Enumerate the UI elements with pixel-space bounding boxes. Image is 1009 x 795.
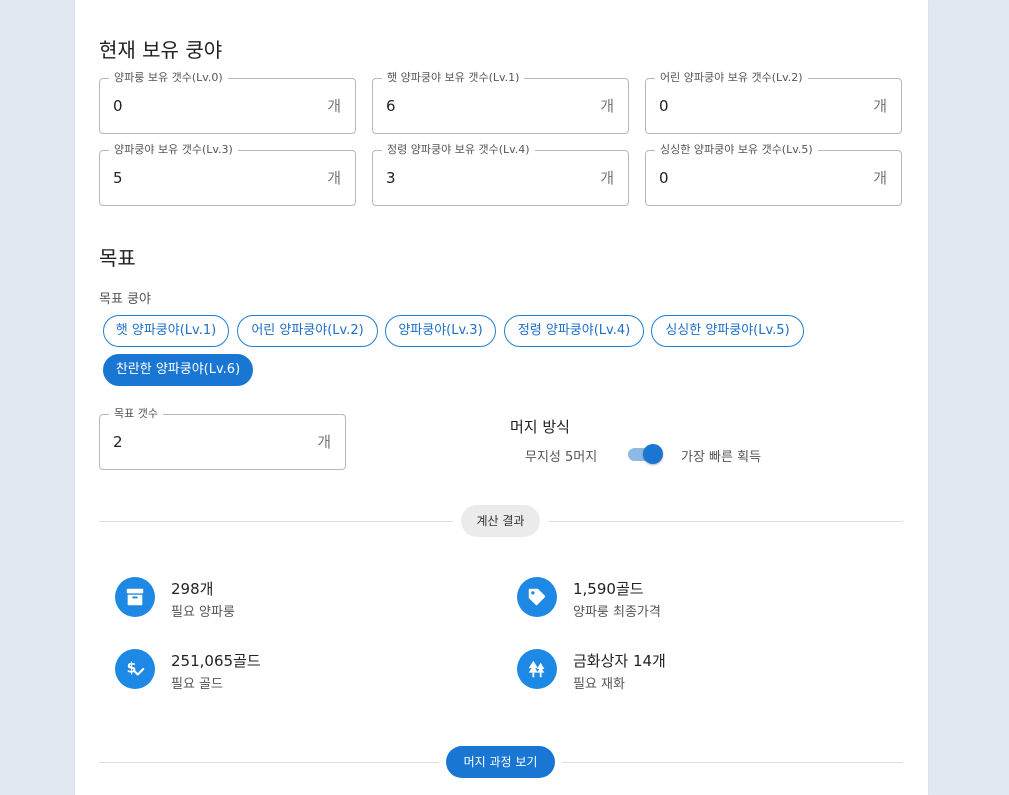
merge-left-label: 무지성 5머지 (525, 450, 598, 465)
field-label: 싱싱한 양파쿵야 보유 갯수(Lv.5) (655, 143, 818, 157)
results-divider-chip: 계산 결과 (461, 505, 540, 537)
field-label: 햇 양파쿵야 보유 갯수(Lv.1) (382, 71, 525, 85)
divider-line (99, 521, 453, 522)
field-value[interactable]: 6 (386, 79, 396, 133)
field-suffix: 개 (873, 97, 887, 115)
result-main: 금화상자 14개 (573, 652, 666, 670)
lv1-count-field[interactable]: 햇 양파쿵야 보유 갯수(Lv.1) 6 개 (372, 71, 629, 134)
field-suffix: 개 (327, 97, 341, 115)
target-kind-label: 목표 쿵야 (99, 292, 151, 307)
merge-right-label: 가장 빠른 획득 (681, 450, 762, 465)
merge-process-button[interactable]: 머지 과정 보기 (446, 746, 555, 778)
result-main: 1,590골드 (573, 580, 644, 598)
chip-lv2[interactable]: 어린 양파쿵야(Lv.2) (237, 315, 378, 347)
field-suffix: 개 (600, 169, 614, 187)
field-value[interactable]: 0 (113, 79, 123, 133)
divider-line (562, 762, 903, 763)
forest-icon (517, 649, 557, 689)
divider-line (549, 521, 903, 522)
field-suffix: 개 (600, 97, 614, 115)
field-suffix: 개 (327, 169, 341, 187)
result-sub: 양파룽 최종가격 (573, 605, 661, 620)
chip-lv5[interactable]: 싱싱한 양파쿵야(Lv.5) (651, 315, 804, 347)
field-value[interactable]: 2 (113, 415, 123, 469)
field-value[interactable]: 3 (386, 151, 396, 205)
merge-method-toggle[interactable] (626, 443, 664, 465)
lv0-count-field[interactable]: 양파룽 보유 갯수(Lv.0) 0 개 (99, 71, 356, 134)
field-suffix: 개 (317, 433, 331, 451)
target-count-field[interactable]: 목표 갯수 2 개 (99, 407, 346, 470)
chip-lv1[interactable]: 햇 양파쿵야(Lv.1) (103, 315, 229, 347)
archive-box-icon (115, 577, 155, 617)
result-main: 298개 (171, 580, 214, 598)
lv5-count-field[interactable]: 싱싱한 양파쿵야 보유 갯수(Lv.5) 0 개 (645, 143, 902, 206)
field-value[interactable]: 5 (113, 151, 123, 205)
field-suffix: 개 (873, 169, 887, 187)
divider-line (99, 762, 439, 763)
result-sub: 필요 재화 (573, 677, 625, 692)
result-main: 251,065골드 (171, 652, 261, 670)
current-holdings-title: 현재 보유 쿵야 (99, 38, 223, 62)
field-value[interactable]: 0 (659, 79, 669, 133)
lv4-count-field[interactable]: 정령 양파쿵야 보유 갯수(Lv.4) 3 개 (372, 143, 629, 206)
lv3-count-field[interactable]: 양파쿵야 보유 갯수(Lv.3) 5 개 (99, 143, 356, 206)
field-label: 양파쿵야 보유 갯수(Lv.3) (109, 143, 238, 157)
chip-lv3[interactable]: 양파쿵야(Lv.3) (385, 315, 496, 347)
field-label: 양파룽 보유 갯수(Lv.0) (109, 71, 228, 85)
chip-lv4[interactable]: 정령 양파쿵야(Lv.4) (504, 315, 644, 347)
dollar-check-icon: $ (115, 649, 155, 689)
toggle-thumb[interactable] (643, 444, 663, 464)
lv2-count-field[interactable]: 어린 양파쿵야 보유 갯수(Lv.2) 0 개 (645, 71, 902, 134)
svg-text:$: $ (127, 661, 137, 677)
price-tag-icon (517, 577, 557, 617)
field-value[interactable]: 0 (659, 151, 669, 205)
result-sub: 필요 골드 (171, 677, 223, 692)
chip-lv6-selected[interactable]: 찬란한 양파쿵야(Lv.6) (103, 354, 253, 386)
merge-method-title: 머지 방식 (510, 418, 570, 436)
result-sub: 필요 양파룽 (171, 605, 235, 620)
field-label: 정령 양파쿵야 보유 갯수(Lv.4) (382, 143, 535, 157)
field-label: 어린 양파쿵야 보유 갯수(Lv.2) (655, 71, 808, 85)
target-title: 목표 (99, 246, 136, 270)
